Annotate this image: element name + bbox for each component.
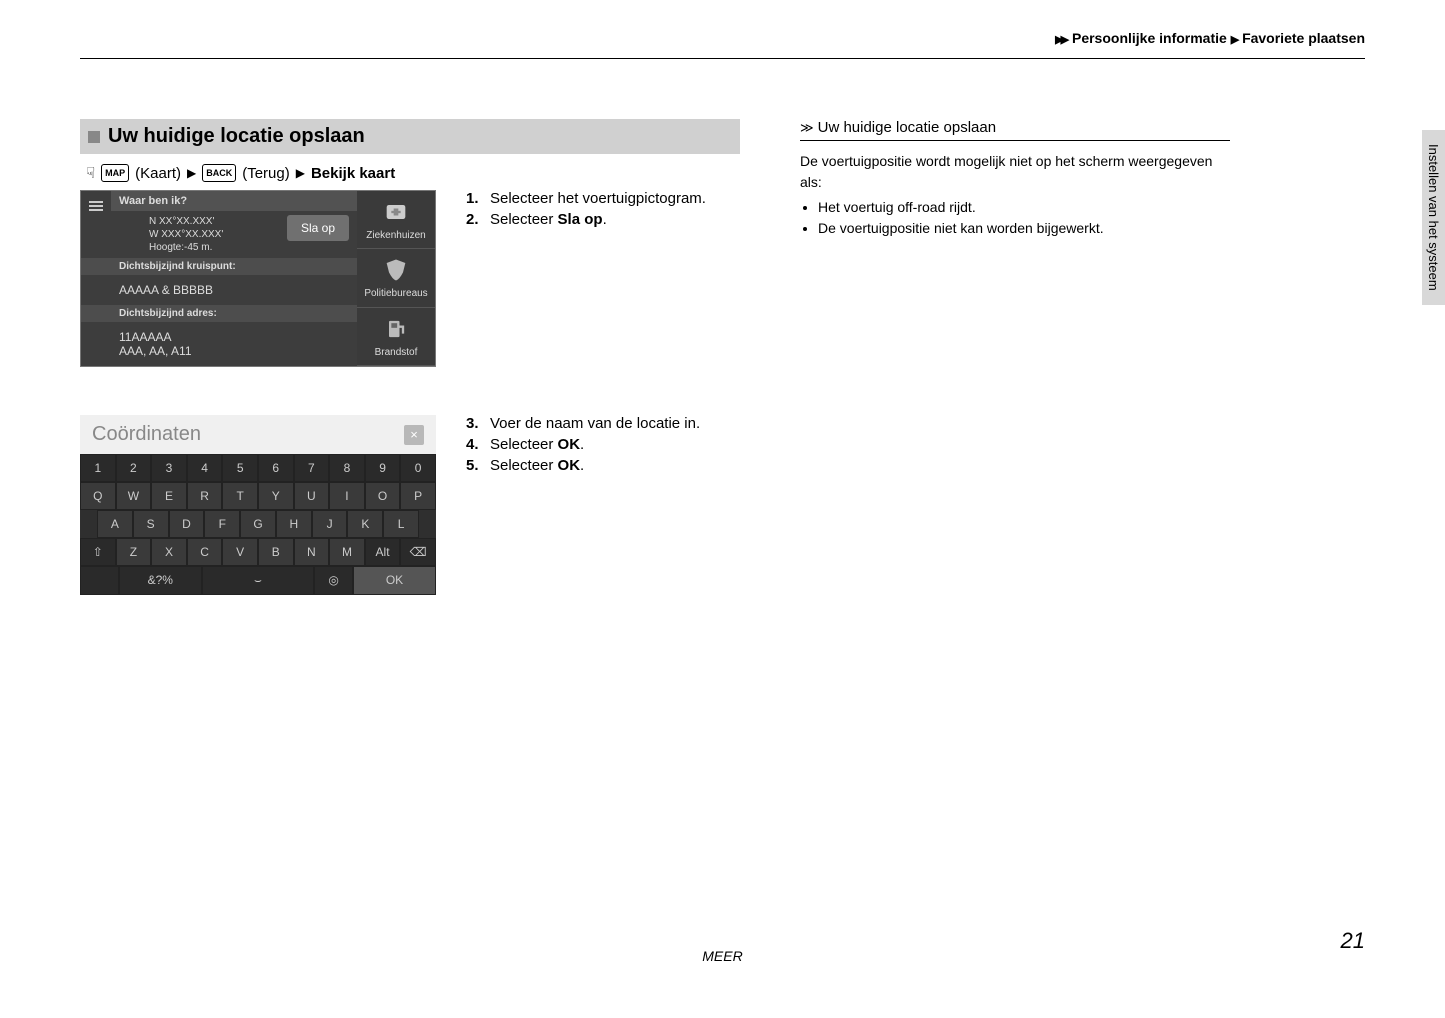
page-number: 21 [1341,928,1365,954]
poi-fuel[interactable]: Brandstof [357,308,435,366]
keyboard-key[interactable]: T [222,482,258,510]
triangle-icon: ▶ [187,166,196,180]
section-title-text: Uw huidige locatie opslaan [108,125,365,148]
steps-group-2: 3.Voer de naam van de locatie in. 4.Selec… [466,415,740,478]
hamburger-icon[interactable] [81,191,111,221]
address-value: 11AAAAA AAA, AA, A11 [81,322,357,366]
keyboard-key[interactable]: 9 [365,454,401,482]
clear-icon[interactable]: × [404,425,424,445]
keyboard-key[interactable]: ◎ [314,566,353,595]
keyboard-key[interactable]: O [365,482,401,510]
where-am-i-screen: Waar ben ik? Sla op N XX°XX.XXX' W XXX°X… [80,190,436,367]
sidebar-heading-text: Uw huidige locatie opslaan [818,119,996,136]
sidebar-intro: De voertuigpositie wordt mogelijk niet o… [800,151,1230,193]
sidebar-bullet: De voertuigpositie niet kan worden bijge… [818,218,1230,239]
altitude: Hoogte:-45 m. [149,241,349,254]
keyboard-key[interactable]: 2 [116,454,152,482]
keyboard-key[interactable]: K [347,510,383,538]
keyboard-key[interactable]: Alt [365,538,401,566]
triangle-icon: ▶ [1231,34,1236,46]
path-map-text: (Kaart) [135,165,181,182]
steps-group-1: 1.Selecteer het voertuigpictogram. 2.Sele… [466,190,740,232]
keyboard-key[interactable]: ⌫ [400,538,436,566]
keyboard-key[interactable]: Y [258,482,294,510]
keyboard-key[interactable]: N [294,538,330,566]
step-item: 5.Selecteer OK. [466,457,740,474]
keyboard-key[interactable]: B [258,538,294,566]
input-value: Coördinaten [92,423,201,446]
keyboard-key[interactable]: Q [80,482,116,510]
police-icon [382,256,410,284]
keyboard-key[interactable]: E [151,482,187,510]
hospital-icon [382,198,410,226]
keyboard-key[interactable]: Z [116,538,152,566]
keyboard-key[interactable]: ⌣ [202,566,314,595]
back-button-icon: BACK [202,164,236,182]
keyboard-key[interactable]: D [169,510,205,538]
path-final: Bekijk kaart [311,165,395,182]
address-label: Dichtsbijzijnd adres: [81,305,357,322]
keyboard-key[interactable]: &?% [119,566,202,595]
keyboard-key[interactable]: L [383,510,419,538]
keyboard-key[interactable]: S [133,510,169,538]
keyboard-key[interactable]: J [312,510,348,538]
sidebar-body: De voertuigpositie wordt mogelijk niet o… [800,151,1230,239]
keyboard-key[interactable]: G [240,510,276,538]
square-icon [88,131,100,143]
keyboard-key[interactable]: 6 [258,454,294,482]
junction-value: AAAAA & BBBBB [81,275,357,305]
footer-meer: MEER [702,948,742,964]
poi-hospitals[interactable]: Ziekenhuizen [357,191,435,249]
navigation-path: ☟ MAP (Kaart) ▶ BACK (Terug) ▶ Bekijk ka… [80,164,740,182]
keyboard-key[interactable] [80,566,119,595]
keyboard-key[interactable]: C [187,538,223,566]
keyboard-key[interactable]: R [187,482,223,510]
sidebar-bullet: Het voertuig off-road rijdt. [818,197,1230,218]
chevron-icon: ≫ [800,120,812,136]
triangle-icon: ▶▶ [1055,34,1066,46]
breadcrumb-seg1: Persoonlijke informatie [1072,30,1227,46]
step-item: 4.Selecteer OK. [466,436,740,453]
section-title: Uw huidige locatie opslaan [80,119,740,154]
keyboard-key[interactable]: 8 [329,454,365,482]
keyboard-key[interactable]: 4 [187,454,223,482]
text-input[interactable]: Coördinaten × [80,415,436,454]
keyboard-key[interactable]: V [222,538,258,566]
breadcrumb: ▶▶ Persoonlijke informatie ▶ Favoriete p… [80,30,1365,59]
screen-header: Waar ben ik? [111,191,357,211]
save-button[interactable]: Sla op [287,215,349,241]
step-item: 1.Selecteer het voertuigpictogram. [466,190,740,207]
keyboard-key[interactable]: 1 [80,454,116,482]
step-item: 2.Selecteer Sla op. [466,211,740,228]
fuel-icon [382,315,410,343]
sidebar-heading: ≫ Uw huidige locatie opslaan [800,119,1230,141]
section-tab: Instellen van het systeem [1422,130,1445,305]
keyboard-key[interactable]: 3 [151,454,187,482]
keyboard-key[interactable]: ⇧ [80,538,116,566]
path-back-text: (Terug) [242,165,290,182]
hand-icon: ☟ [86,164,95,182]
keyboard-key[interactable]: 7 [294,454,330,482]
keyboard-key[interactable]: U [294,482,330,510]
poi-police[interactable]: Politiebureaus [357,249,435,307]
keyboard-screen: Coördinaten × 1234567890 QWERTYUIOP ASDF… [80,415,436,595]
junction-label: Dichtsbijzijnd kruispunt: [81,258,357,275]
keyboard-key[interactable]: W [116,482,152,510]
triangle-icon: ▶ [296,166,305,180]
keyboard-key[interactable]: F [204,510,240,538]
keyboard-key[interactable]: 5 [222,454,258,482]
keyboard-key[interactable]: OK [353,566,436,595]
step-item: 3.Voer de naam van de locatie in. [466,415,740,432]
keyboard-key[interactable]: H [276,510,312,538]
keyboard-key[interactable]: X [151,538,187,566]
keyboard-key[interactable]: M [329,538,365,566]
map-button-icon: MAP [101,164,129,182]
breadcrumb-seg2: Favoriete plaatsen [1242,30,1365,46]
keyboard-key[interactable]: P [400,482,436,510]
keyboard-key[interactable]: I [329,482,365,510]
keyboard-key[interactable]: 0 [400,454,436,482]
keyboard-key[interactable]: A [97,510,133,538]
